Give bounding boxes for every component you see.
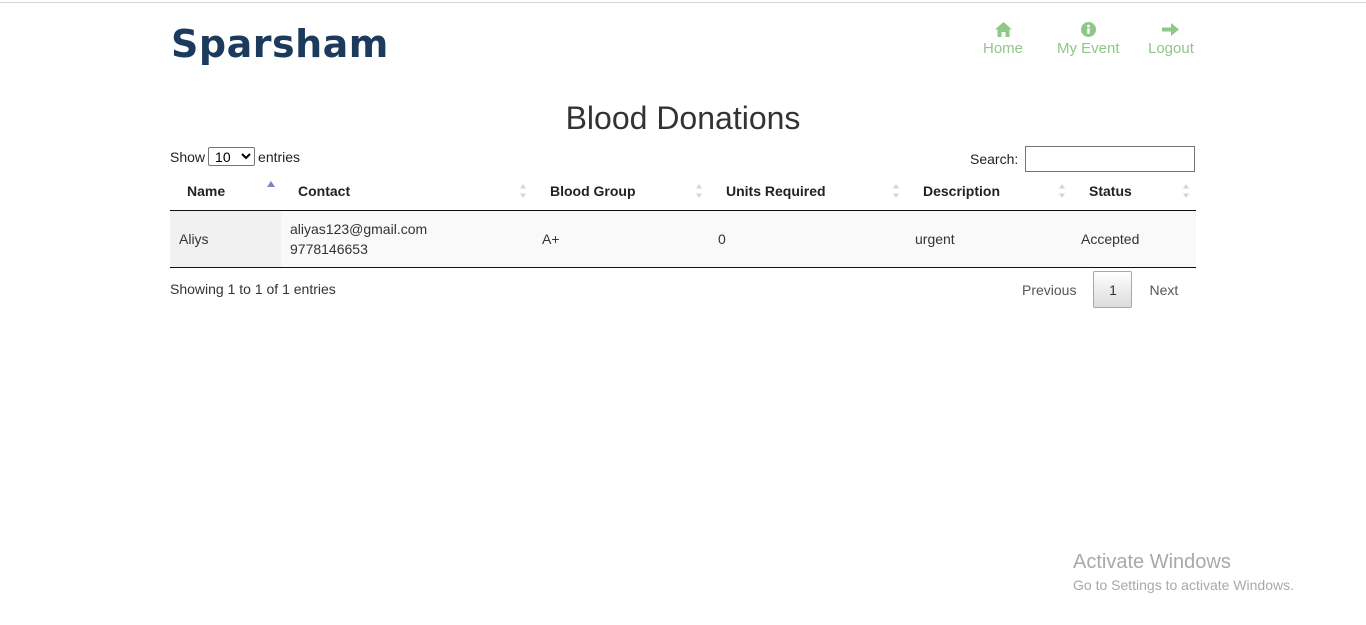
- cell-name: Aliys: [170, 210, 281, 268]
- contact-phone: 9778146653: [290, 240, 368, 257]
- search-input[interactable]: [1025, 146, 1196, 172]
- cell-blood-group: A+: [533, 210, 709, 268]
- table-row: Aliys aliyas123@gmail.com 9778146653 A+ …: [170, 210, 1196, 268]
- column-label: Blood Group: [550, 182, 636, 199]
- activation-watermark: Activate Windows Go to Settings to activ…: [1073, 551, 1294, 593]
- table-info: Showing 1 to 1 of 1 entries: [170, 281, 336, 297]
- watermark-title: Activate Windows: [1073, 551, 1231, 573]
- cell-contact: aliyas123@gmail.com 9778146653: [281, 210, 533, 268]
- column-header-status[interactable]: Status: [1072, 172, 1196, 211]
- pagination: Previous 1 Next: [1010, 271, 1190, 308]
- info-circle-icon: [1080, 22, 1096, 37]
- nav-my-event-label: My Event: [1057, 40, 1120, 57]
- search-label: Search:: [970, 151, 1019, 167]
- home-icon: [994, 22, 1012, 37]
- sort-both-icon: [1059, 184, 1065, 198]
- nav-logout-label: Logout: [1148, 40, 1194, 57]
- column-label: Contact: [298, 182, 351, 199]
- brand-logo[interactable]: Sparsham: [171, 22, 389, 66]
- contact-email: aliyas123@gmail.com: [290, 220, 428, 237]
- nav-home[interactable]: Home: [983, 22, 1023, 57]
- column-header-units-required[interactable]: Units Required: [709, 172, 906, 211]
- table-header-row: Name Contact Blood Group Units Required: [170, 172, 1196, 211]
- sort-ascending-icon: [267, 181, 275, 187]
- top-divider: [0, 2, 1366, 3]
- nav-logout[interactable]: Logout: [1148, 22, 1194, 57]
- donations-table: Name Contact Blood Group Units Required: [170, 172, 1196, 268]
- arrow-right-icon: [1162, 23, 1180, 36]
- sort-both-icon: [893, 184, 899, 198]
- column-label: Units Required: [726, 182, 826, 199]
- column-header-blood-group[interactable]: Blood Group: [533, 172, 709, 211]
- nav-my-event[interactable]: My Event: [1057, 22, 1120, 57]
- cell-units-required: 0: [709, 210, 906, 268]
- page-title: Blood Donations: [565, 100, 801, 136]
- nav-home-label: Home: [983, 40, 1024, 57]
- next-button[interactable]: Next: [1137, 272, 1190, 308]
- column-label: Name: [187, 182, 226, 199]
- show-label: Show: [170, 148, 206, 165]
- column-header-description[interactable]: Description: [906, 172, 1072, 211]
- search-control: Search:: [970, 146, 1196, 172]
- page-button-1[interactable]: 1: [1093, 271, 1133, 308]
- column-header-name[interactable]: Name: [170, 172, 281, 211]
- watermark-subtitle: Go to Settings to activate Windows.: [1073, 577, 1294, 593]
- column-header-contact[interactable]: Contact: [281, 172, 533, 211]
- cell-status: Accepted: [1072, 210, 1196, 268]
- cell-description: urgent: [906, 210, 1072, 268]
- sort-both-icon: [520, 184, 526, 198]
- page-length-control: Show 10 entries: [170, 147, 300, 166]
- sort-both-icon: [696, 184, 702, 198]
- column-label: Description: [923, 182, 1001, 199]
- column-label: Status: [1089, 182, 1132, 199]
- entries-label: entries: [258, 148, 301, 165]
- previous-button[interactable]: Previous: [1010, 272, 1088, 308]
- sort-both-icon: [1183, 184, 1189, 198]
- page-length-select[interactable]: 10: [208, 147, 256, 166]
